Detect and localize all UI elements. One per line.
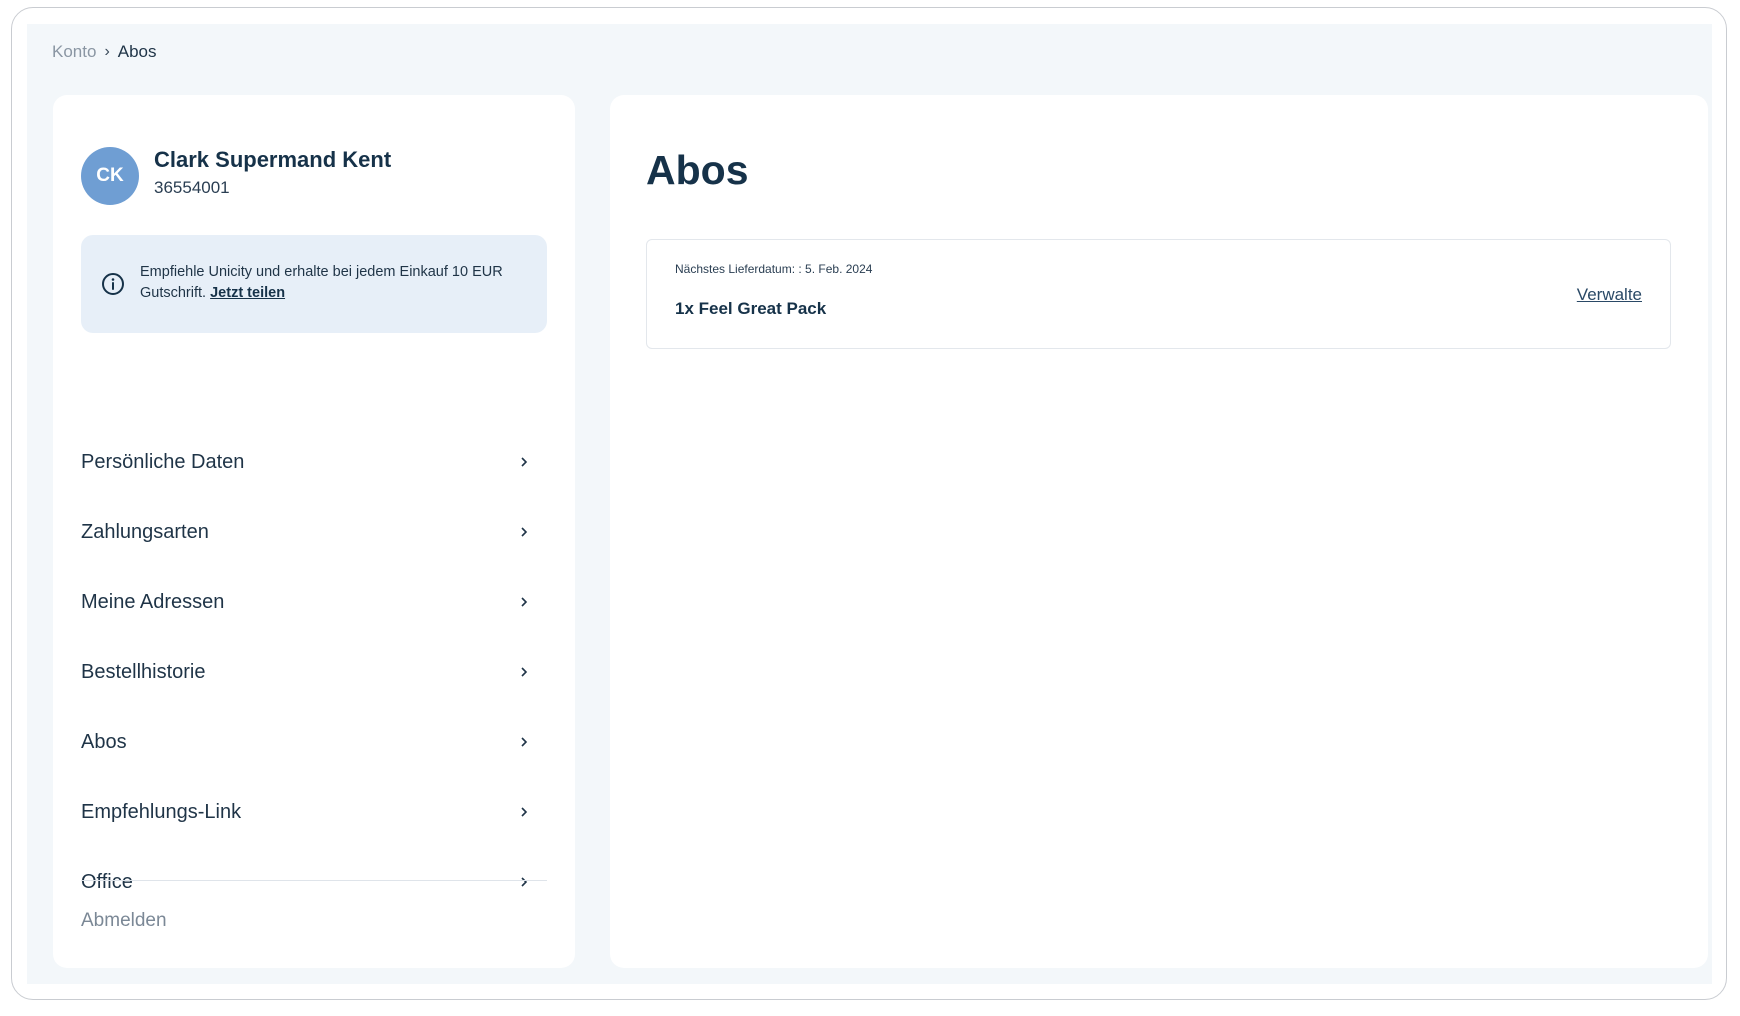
account-nav: Persönliche Daten Zahlungsarten Meine Ad… — [81, 444, 547, 917]
account-sidebar: CK Clark Supermand Kent 36554001 Empfieh… — [53, 95, 575, 968]
sidebar-item-referral-link[interactable]: Empfehlungs-Link — [81, 777, 547, 847]
breadcrumb-konto-link[interactable]: Konto — [52, 42, 96, 62]
sidebar-item-order-history[interactable]: Bestellhistorie — [81, 637, 547, 707]
breadcrumb-separator-icon: › — [104, 43, 110, 60]
subscription-product: 1x Feel Great Pack — [675, 299, 827, 318]
page-title: Abos — [646, 147, 749, 193]
sidebar-item-label: Zahlungsarten — [81, 520, 209, 543]
referral-info-box: Empfiehle Unicity und erhalte bei jedem … — [81, 235, 547, 333]
chevron-right-icon — [521, 737, 528, 747]
sidebar-item-personal-data[interactable]: Persönliche Daten — [81, 427, 547, 497]
chevron-right-icon — [521, 527, 528, 537]
sidebar-item-label: Persönliche Daten — [81, 450, 245, 473]
sidebar-item-label: Abos — [81, 730, 127, 753]
sidebar-item-office[interactable]: Office — [81, 847, 547, 917]
sidebar-item-label: Office — [81, 870, 133, 893]
user-name: Clark Supermand Kent — [154, 147, 392, 172]
sidebar-item-label: Empfehlungs-Link — [81, 800, 242, 823]
user-id: 36554001 — [154, 178, 230, 197]
chevron-right-icon — [521, 807, 528, 817]
referral-message: Empfiehle Unicity und erhalte bei jedem … — [140, 264, 503, 301]
chevron-right-icon — [521, 877, 528, 887]
chevron-right-icon — [521, 667, 528, 677]
sidebar-item-payment-methods[interactable]: Zahlungsarten — [81, 497, 547, 567]
breadcrumb-current: Abos — [117, 42, 157, 61]
info-icon — [102, 273, 124, 295]
chevron-right-icon — [521, 597, 528, 607]
referral-text: Empfiehle Unicity und erhalte bei jedem … — [140, 262, 535, 304]
sidebar-divider — [81, 880, 547, 881]
subscriptions-panel: Abos Nächstes Lieferdatum: : 5. Feb. 202… — [610, 95, 1708, 968]
next-delivery-date: Nächstes Lieferdatum: : 5. Feb. 2024 — [675, 262, 873, 276]
chevron-right-icon — [521, 457, 528, 467]
avatar: CK — [81, 147, 139, 205]
breadcrumb: Konto › Abos — [52, 42, 157, 62]
logout-button[interactable]: Abmelden — [81, 910, 167, 932]
manage-subscription-link[interactable]: Verwalte — [1577, 285, 1642, 305]
subscription-card: Nächstes Lieferdatum: : 5. Feb. 2024 1x … — [646, 239, 1671, 349]
share-now-link[interactable]: Jetzt teilen — [210, 285, 285, 301]
sidebar-item-label: Meine Adressen — [81, 590, 225, 613]
sidebar-item-subscriptions[interactable]: Abos — [81, 707, 547, 777]
sidebar-item-addresses[interactable]: Meine Adressen — [81, 567, 547, 637]
sidebar-item-label: Bestellhistorie — [81, 660, 206, 683]
